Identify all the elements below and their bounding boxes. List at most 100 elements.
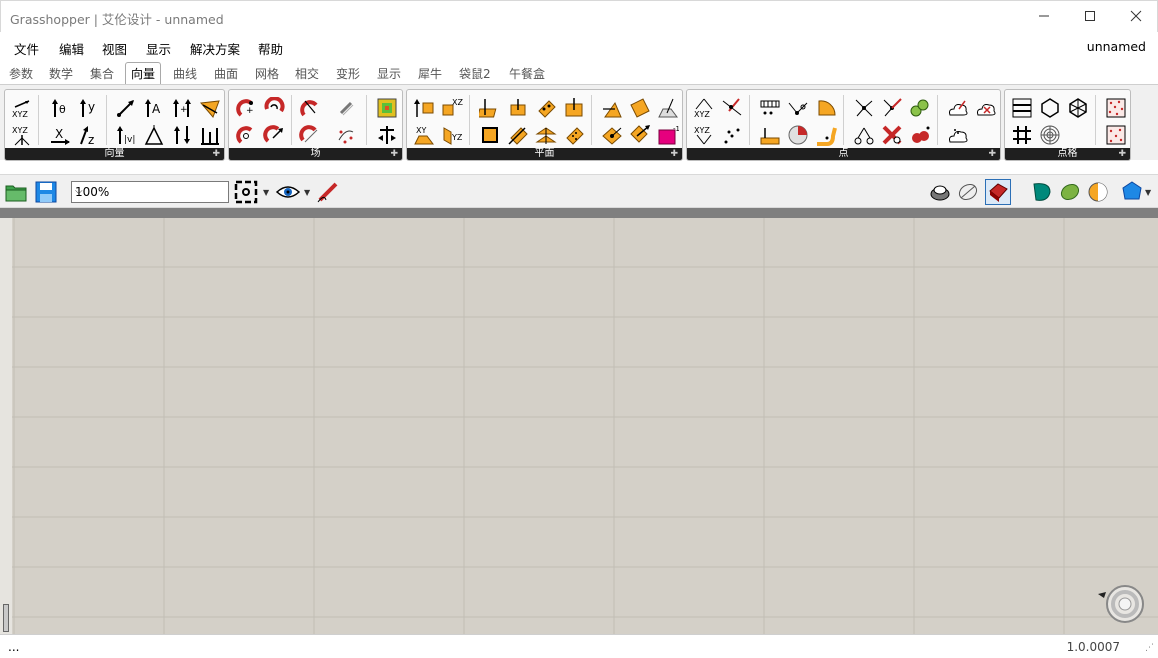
menu-edit[interactable]: 编辑 (59, 39, 84, 58)
construct-point-icon[interactable]: XYZ (693, 97, 715, 119)
closest-point-icon[interactable] (853, 97, 875, 119)
canvas-navigation-widget[interactable] (1098, 584, 1146, 624)
yz-plane-icon[interactable]: YZ (441, 124, 463, 146)
expand-icon[interactable]: ✚ (212, 148, 220, 160)
selected-preview-button[interactable] (985, 179, 1011, 205)
tab-sets[interactable]: 集合 (90, 65, 114, 82)
point-charge-icon[interactable]: + (235, 97, 257, 119)
plane-fit-icon[interactable] (563, 97, 585, 119)
vector-xyz-icon[interactable]: XYZ (11, 97, 33, 119)
align-plane-icon[interactable] (507, 124, 529, 146)
point-sort-icon[interactable] (853, 124, 875, 146)
menu-display[interactable]: 显示 (146, 39, 171, 58)
chevron-down-icon[interactable]: ▼ (304, 188, 310, 197)
plane-coordinates-icon[interactable] (563, 124, 585, 146)
unit-y-icon[interactable]: y (77, 97, 99, 119)
amplitude-icon[interactable]: A (143, 97, 165, 119)
rotate-plane-icon[interactable] (629, 97, 651, 119)
unit-x-vector-icon[interactable]: X (49, 124, 71, 146)
unit-x-icon[interactable]: θ (49, 97, 71, 119)
zoom-extents-button[interactable] (234, 180, 258, 204)
expand-icon[interactable]: ✚ (1118, 148, 1126, 160)
line-line-plane-icon[interactable] (601, 97, 623, 119)
points-to-numbers-icon[interactable] (759, 124, 781, 146)
point-oriented-icon[interactable] (815, 97, 837, 119)
tab-vector[interactable]: 向量 (125, 62, 162, 86)
cull-points-icon[interactable] (881, 124, 903, 146)
square-grid-icon[interactable] (1011, 124, 1033, 146)
tab-params[interactable]: 参数 (9, 65, 33, 82)
tab-rhino[interactable]: 犀牛 (418, 65, 442, 82)
point-cylindrical-icon[interactable] (721, 97, 743, 119)
break-field-icon[interactable] (263, 124, 285, 146)
vector-display-icon[interactable] (199, 97, 221, 119)
distance-icon[interactable] (721, 124, 743, 146)
plane-surface-icon[interactable]: -1 (657, 124, 679, 146)
deconstruct-vector-icon[interactable]: XYZ (11, 124, 33, 146)
tab-mesh[interactable]: 网格 (255, 65, 279, 82)
barycentric-icon[interactable] (787, 124, 809, 146)
plane-origin-icon[interactable] (413, 97, 435, 119)
chevron-down-icon[interactable]: ▼ (1145, 188, 1151, 197)
display-settings-button[interactable] (1120, 180, 1144, 204)
radial-grid-icon[interactable] (1039, 124, 1061, 146)
populate-2d-icon[interactable] (1105, 97, 1127, 119)
gradient-preview-button[interactable] (1086, 180, 1110, 204)
plane-offset-icon[interactable] (535, 124, 557, 146)
tab-lunchbox[interactable]: 午餐盒 (509, 65, 545, 82)
vector-add-icon[interactable]: + (171, 97, 193, 119)
hexagonal-grid-icon[interactable] (1039, 97, 1061, 119)
tab-maths[interactable]: 数学 (49, 65, 73, 82)
cross-product-icon[interactable] (199, 124, 221, 146)
preview-mode-button[interactable] (276, 180, 300, 204)
mesh-preview-button[interactable] (1058, 180, 1082, 204)
vector-xyz-mag-icon[interactable]: |v| (115, 124, 137, 146)
line-charge-icon[interactable] (299, 97, 321, 119)
point-cloud-display-icon[interactable] (947, 124, 969, 146)
merge-fields-icon[interactable] (299, 124, 321, 146)
deconstruct-point-icon[interactable]: XYZ (693, 124, 715, 146)
menu-view[interactable]: 视图 (102, 39, 127, 58)
save-file-button[interactable] (34, 180, 58, 204)
unit-z-icon[interactable]: z (77, 124, 99, 146)
angle-icon[interactable] (143, 124, 165, 146)
tab-surface[interactable]: 曲面 (214, 65, 238, 82)
minimize-button[interactable] (1021, 1, 1067, 31)
chevron-down-icon[interactable]: ▼ (263, 188, 269, 197)
tab-transform[interactable]: 变形 (336, 65, 360, 82)
expand-icon[interactable]: ✚ (988, 148, 996, 160)
plane-normal-icon[interactable] (507, 97, 529, 119)
expand-icon[interactable]: ✚ (390, 148, 398, 160)
close-button[interactable] (1113, 1, 1158, 31)
perpendicular-display-icon[interactable] (376, 124, 398, 146)
sketch-button[interactable] (316, 180, 340, 204)
tab-curve[interactable]: 曲线 (173, 65, 197, 82)
point-groups-icon[interactable] (815, 124, 837, 146)
rectangular-grid-icon[interactable] (1011, 97, 1033, 119)
tab-intersect[interactable]: 相交 (295, 65, 319, 82)
spin-force-icon[interactable] (263, 97, 285, 119)
zoom-select[interactable]: 100% ⌵ (71, 181, 229, 203)
shaded-preview-button[interactable] (956, 180, 980, 204)
triangular-grid-icon[interactable] (1067, 97, 1089, 119)
evaluate-field-icon[interactable] (335, 124, 357, 146)
vector-force-icon[interactable] (235, 124, 257, 146)
vector-2pt-icon[interactable] (115, 97, 137, 119)
point-polar-icon[interactable] (787, 97, 809, 119)
resize-grip-icon[interactable]: ⋰ (1145, 643, 1154, 653)
vector-reverse-icon[interactable] (171, 124, 193, 146)
plane-3pt-icon[interactable] (535, 97, 557, 119)
deconstruct-plane-icon[interactable] (479, 124, 501, 146)
point-cloud-cull-icon[interactable] (975, 97, 997, 119)
field-line-icon[interactable] (335, 97, 357, 119)
construct-plane-icon[interactable] (479, 97, 501, 119)
plane-closest-point-icon[interactable] (657, 97, 679, 119)
tab-kangaroo2[interactable]: 袋鼠2 (459, 65, 491, 82)
numbers-to-points-icon[interactable] (759, 97, 781, 119)
canvas[interactable] (0, 218, 1158, 634)
populate-3d-icon[interactable] (1105, 124, 1127, 146)
open-file-button[interactable] (4, 180, 28, 204)
xz-plane-icon[interactable]: XZ (441, 97, 463, 119)
menu-file[interactable]: 文件 (14, 39, 39, 58)
document-preview-button[interactable] (1030, 180, 1054, 204)
